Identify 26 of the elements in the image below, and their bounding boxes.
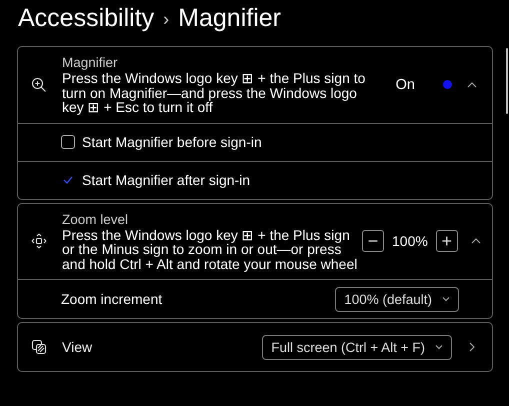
breadcrumb-separator: › (163, 8, 170, 30)
setting-description: Press the Windows logo key ⊞ + the Plus sign or the Minus sign to zoom in or out—or press and hold Ctrl + Alt and rotate your mouse wheel (62, 228, 358, 271)
breadcrumb-link[interactable]: Accessibility (18, 4, 154, 32)
chevron-down-icon (442, 295, 450, 303)
setting-title: View (62, 338, 94, 357)
chevron-down-icon (435, 343, 443, 351)
setting-title: Zoom level (62, 212, 130, 228)
checkbox-label: Start Magnifier after sign-in (82, 172, 250, 188)
toggle-state-label: On (396, 76, 415, 93)
checkbox[interactable] (61, 135, 75, 149)
zoom-value: 100% (392, 233, 428, 250)
plus-button[interactable]: + (436, 230, 458, 252)
move-arrows-icon (31, 233, 47, 250)
minus-button[interactable]: − (362, 230, 384, 252)
magnifier-icon (31, 76, 47, 93)
setting-title: Magnifier (62, 55, 119, 71)
scrollbar-thumb[interactable] (506, 48, 508, 114)
setting-description: Press the Windows logo key ⊞ + the Plus sign to turn on Magnifier—and press the Windows logo key ⊞ + Esc to turn it off (62, 71, 366, 114)
page-title: Magnifier (178, 4, 281, 32)
dropdown[interactable]: Full screen (Ctrl + Alt + F) (262, 334, 452, 360)
checkbox-label: Start Magnifier before sign-in (82, 134, 262, 150)
overlapping-windows-icon (31, 339, 47, 355)
setting-label: Zoom increment (61, 291, 162, 307)
checkmark-icon (63, 176, 73, 184)
dropdown[interactable]: 100% (default) (335, 286, 459, 312)
toggle-switch[interactable] (443, 80, 452, 90)
